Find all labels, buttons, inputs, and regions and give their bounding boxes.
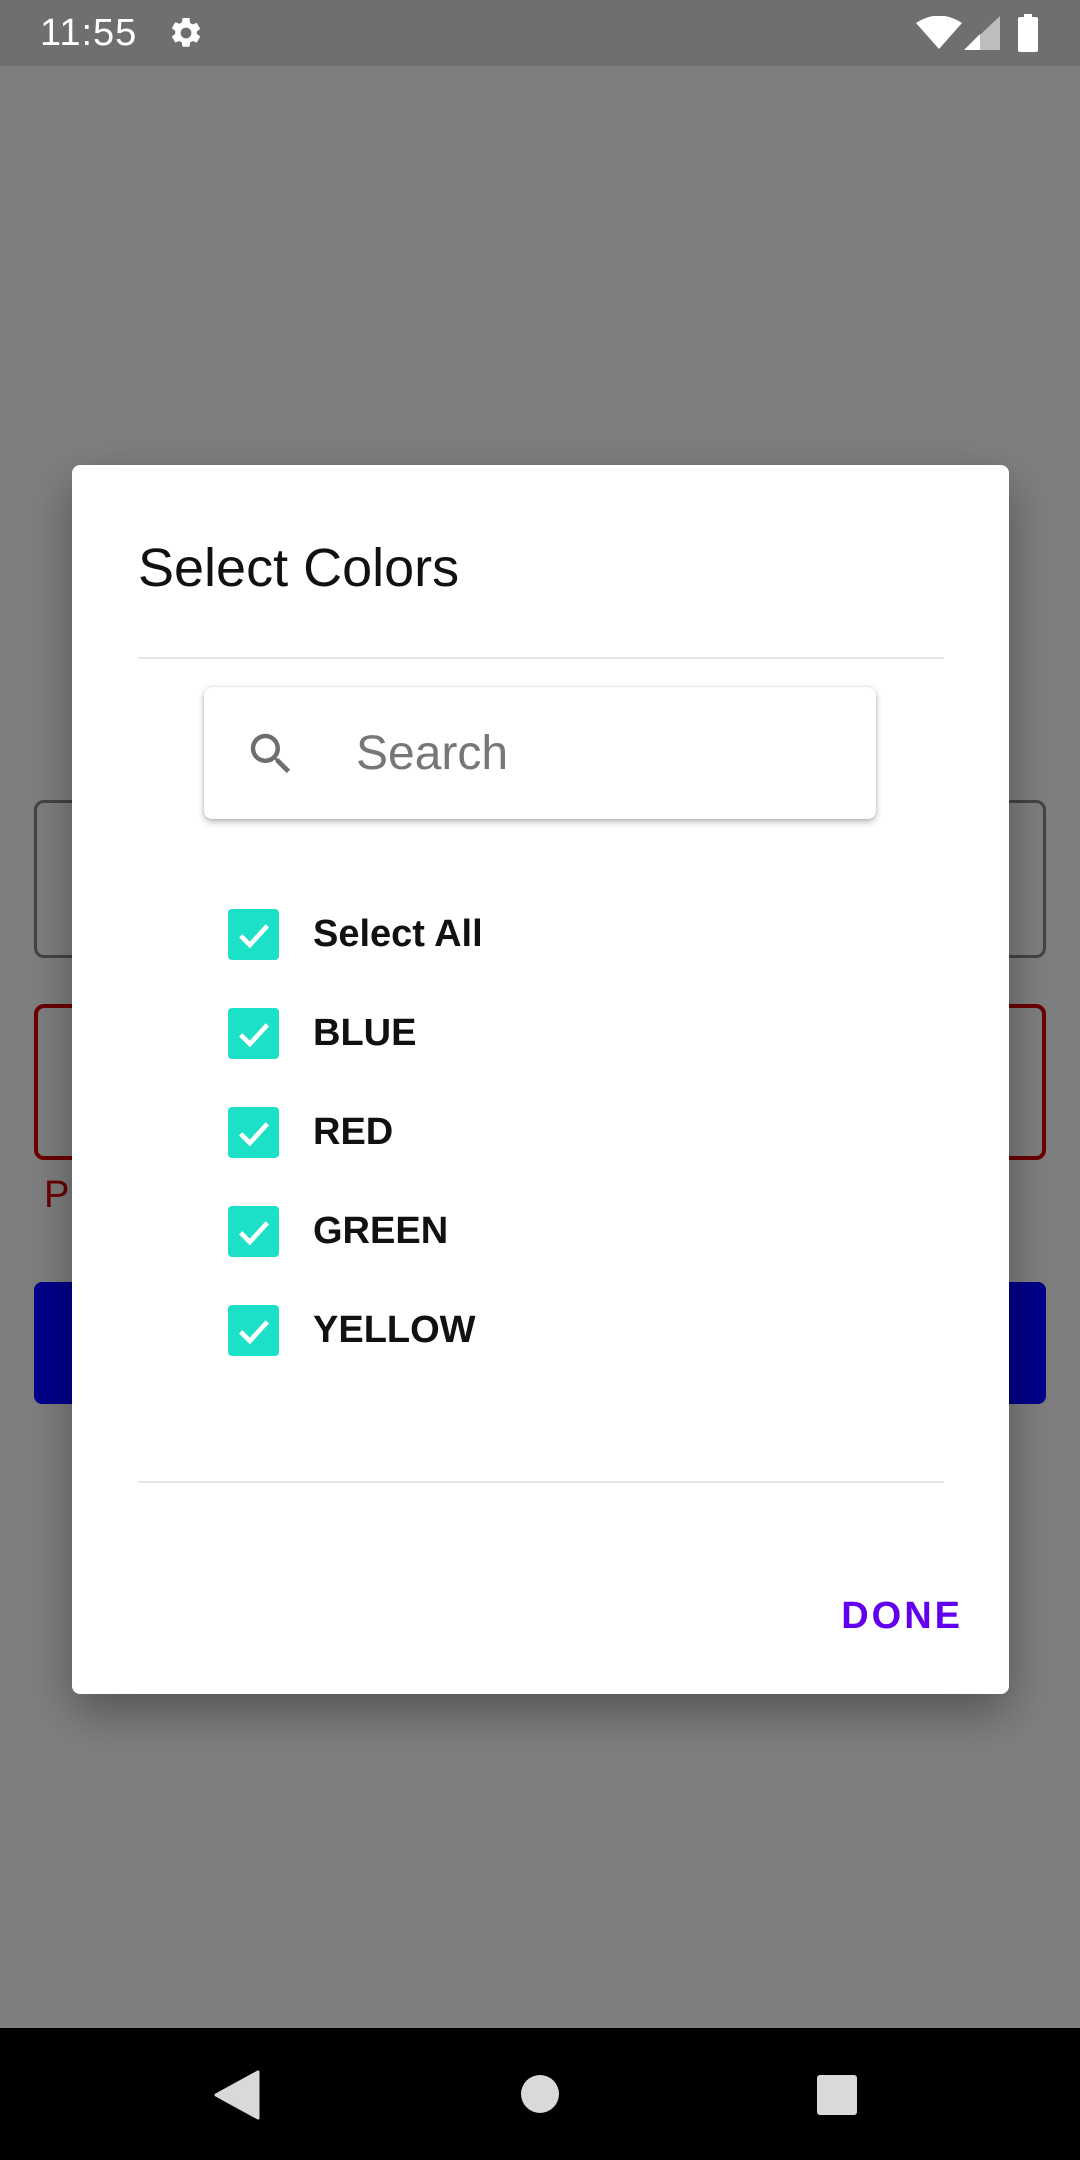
wifi-icon (916, 16, 962, 49)
search-input[interactable] (354, 715, 844, 791)
dialog-title: Select Colors (138, 538, 460, 598)
option-label: GREEN (313, 1210, 449, 1252)
search-box[interactable] (204, 687, 876, 819)
navigation-bar (0, 2028, 1080, 2160)
checkmark-icon (238, 1121, 269, 1146)
checkbox-checked[interactable] (228, 909, 279, 960)
select-colors-dialog: Select Colors Select All BLUE RED (72, 465, 1009, 1694)
option-select-all[interactable]: Select All (228, 885, 868, 984)
back-icon[interactable] (214, 2070, 260, 2120)
option-blue[interactable]: BLUE (228, 984, 868, 1083)
checkbox-checked[interactable] (228, 1008, 279, 1059)
option-red[interactable]: RED (228, 1083, 868, 1182)
checkbox-checked[interactable] (228, 1305, 279, 1356)
divider (138, 657, 944, 659)
recents-icon[interactable] (816, 2074, 858, 2116)
background-error-text: P (44, 1174, 70, 1216)
option-label: YELLOW (313, 1309, 476, 1351)
option-label: RED (313, 1111, 394, 1153)
option-label: Select All (313, 913, 483, 955)
divider (138, 1481, 944, 1483)
option-green[interactable]: GREEN (228, 1182, 868, 1281)
signal-icon (964, 16, 1000, 50)
checkbox-checked[interactable] (228, 1206, 279, 1257)
option-label: BLUE (313, 1012, 417, 1054)
home-icon[interactable] (520, 2074, 560, 2114)
search-icon (250, 733, 291, 774)
checkmark-icon (238, 1022, 269, 1047)
color-options-list: Select All BLUE RED GREEN YELLOW (228, 885, 868, 1380)
checkmark-icon (238, 923, 269, 948)
checkbox-checked[interactable] (228, 1107, 279, 1158)
gear-icon (171, 17, 201, 47)
done-button[interactable]: DONE (841, 1595, 963, 1638)
status-time: 11:55 (40, 12, 138, 54)
battery-icon (1018, 14, 1038, 52)
checkmark-icon (238, 1220, 269, 1245)
status-bar: 11:55 (0, 0, 1080, 66)
option-yellow[interactable]: YELLOW (228, 1281, 868, 1380)
checkmark-icon (238, 1319, 269, 1344)
